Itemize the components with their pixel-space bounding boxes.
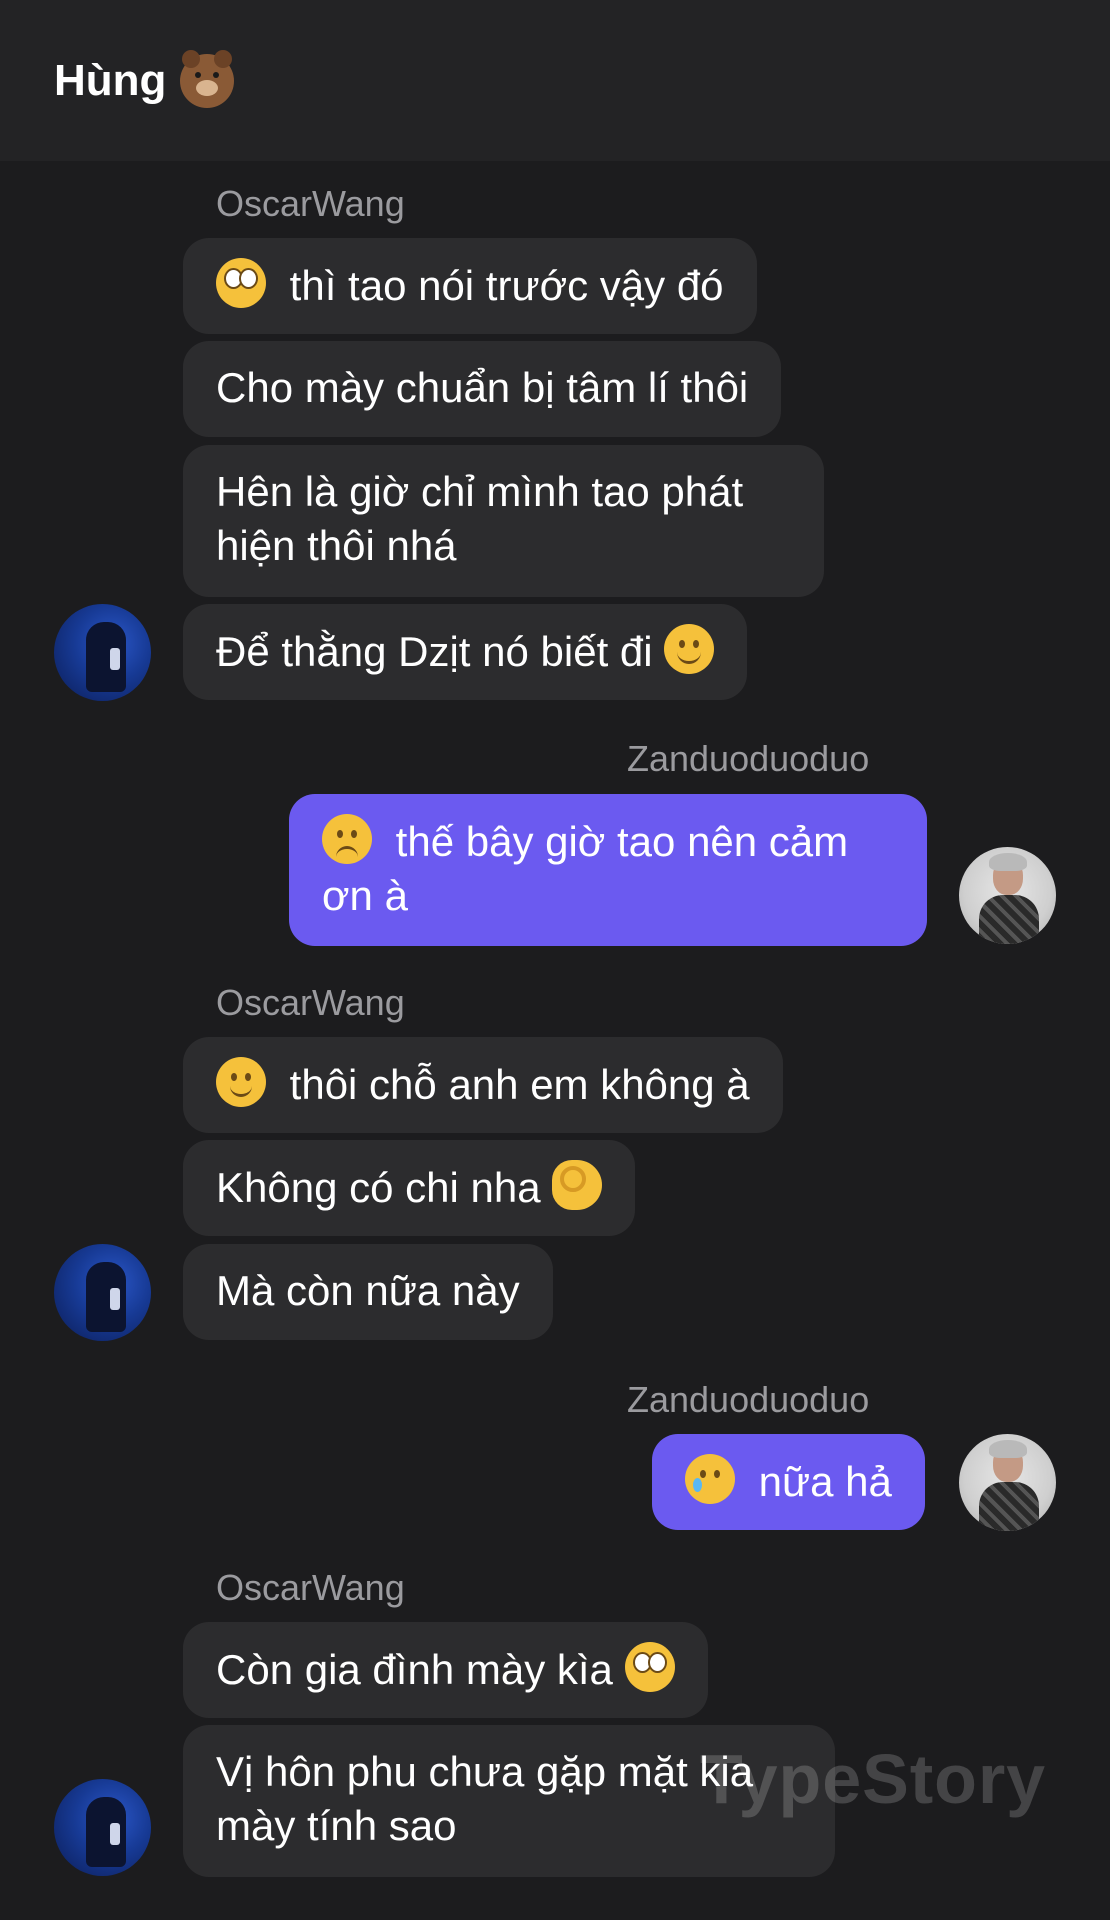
message-bubble[interactable]: Không có chi nha	[183, 1140, 636, 1236]
sender-name: OscarWang	[216, 1567, 405, 1608]
message-bubble[interactable]: Còn gia đình mày kìa	[183, 1622, 708, 1718]
message-text-line: hiện thôi nhá	[216, 522, 457, 569]
message-text-line: thế bây giờ tao nên cảm	[322, 814, 894, 869]
message-text: Mà còn nữa này	[216, 1267, 520, 1314]
my-avatar[interactable]	[959, 1434, 1056, 1531]
message-text: Không có chi nha	[216, 1164, 541, 1211]
ok-hand-icon	[552, 1160, 603, 1210]
message-text-line: Hên là giờ chỉ mình tao phát	[216, 468, 744, 515]
contact-avatar[interactable]	[54, 604, 151, 701]
message-text: thì tao nói trước vậy đó	[289, 262, 724, 309]
message-bubble[interactable]: thôi chỗ anh em không à	[183, 1037, 783, 1133]
message-bubble[interactable]: Để thằng Dzịt nó biết đi	[183, 604, 748, 700]
sender-name: Zanduoduoduo	[627, 1379, 870, 1420]
conversation-title-text: Hùng	[54, 55, 167, 105]
contact-avatar[interactable]	[54, 1779, 151, 1876]
sender-name: Zanduoduoduo	[627, 738, 870, 779]
message-bubble[interactable]: thì tao nói trước vậy đó	[183, 238, 757, 334]
message-text: Để thằng Dzịt nó biết đi	[216, 628, 653, 675]
conversation-title[interactable]: Hùng	[54, 49, 235, 108]
frowning-face-icon	[322, 814, 372, 864]
contact-avatar[interactable]	[54, 1244, 151, 1341]
face-rolling-eyes-icon	[624, 1642, 675, 1692]
face-rolling-eyes-icon	[216, 258, 266, 308]
watermark: TypeStory	[700, 1740, 1047, 1818]
message-text-line: ơn à	[322, 872, 408, 919]
bear-face-icon	[180, 49, 235, 108]
sender-name: OscarWang	[216, 183, 405, 224]
slightly-smiling-face-icon	[664, 624, 715, 674]
message-bubble-mine[interactable]: thế bây giờ tao nên cảm ơn à	[289, 794, 927, 946]
message-text: Cho mày chuẩn bị tâm lí thôi	[216, 364, 749, 411]
message-bubble-mine[interactable]: nữa hả	[652, 1434, 925, 1530]
crying-face-icon	[685, 1454, 735, 1504]
relieved-face-icon	[216, 1057, 266, 1107]
sender-name: OscarWang	[216, 982, 405, 1023]
message-bubble[interactable]: Mà còn nữa này	[183, 1244, 553, 1340]
message-bubble[interactable]: Cho mày chuẩn bị tâm lí thôi	[183, 341, 782, 437]
chat-header: Hùng	[0, 0, 1110, 161]
message-text: thế bây giờ tao nên cảm	[395, 818, 849, 865]
message-text: Còn gia đình mày kìa	[216, 1646, 613, 1693]
my-avatar[interactable]	[959, 847, 1056, 944]
message-bubble[interactable]: Hên là giờ chỉ mình tao phát hiện thôi n…	[183, 445, 824, 597]
message-list[interactable]: OscarWang thì tao nói trước vậy đó Cho m…	[0, 161, 1110, 1920]
message-text: nữa hả	[758, 1458, 892, 1505]
message-text: thôi chỗ anh em không à	[289, 1061, 750, 1108]
